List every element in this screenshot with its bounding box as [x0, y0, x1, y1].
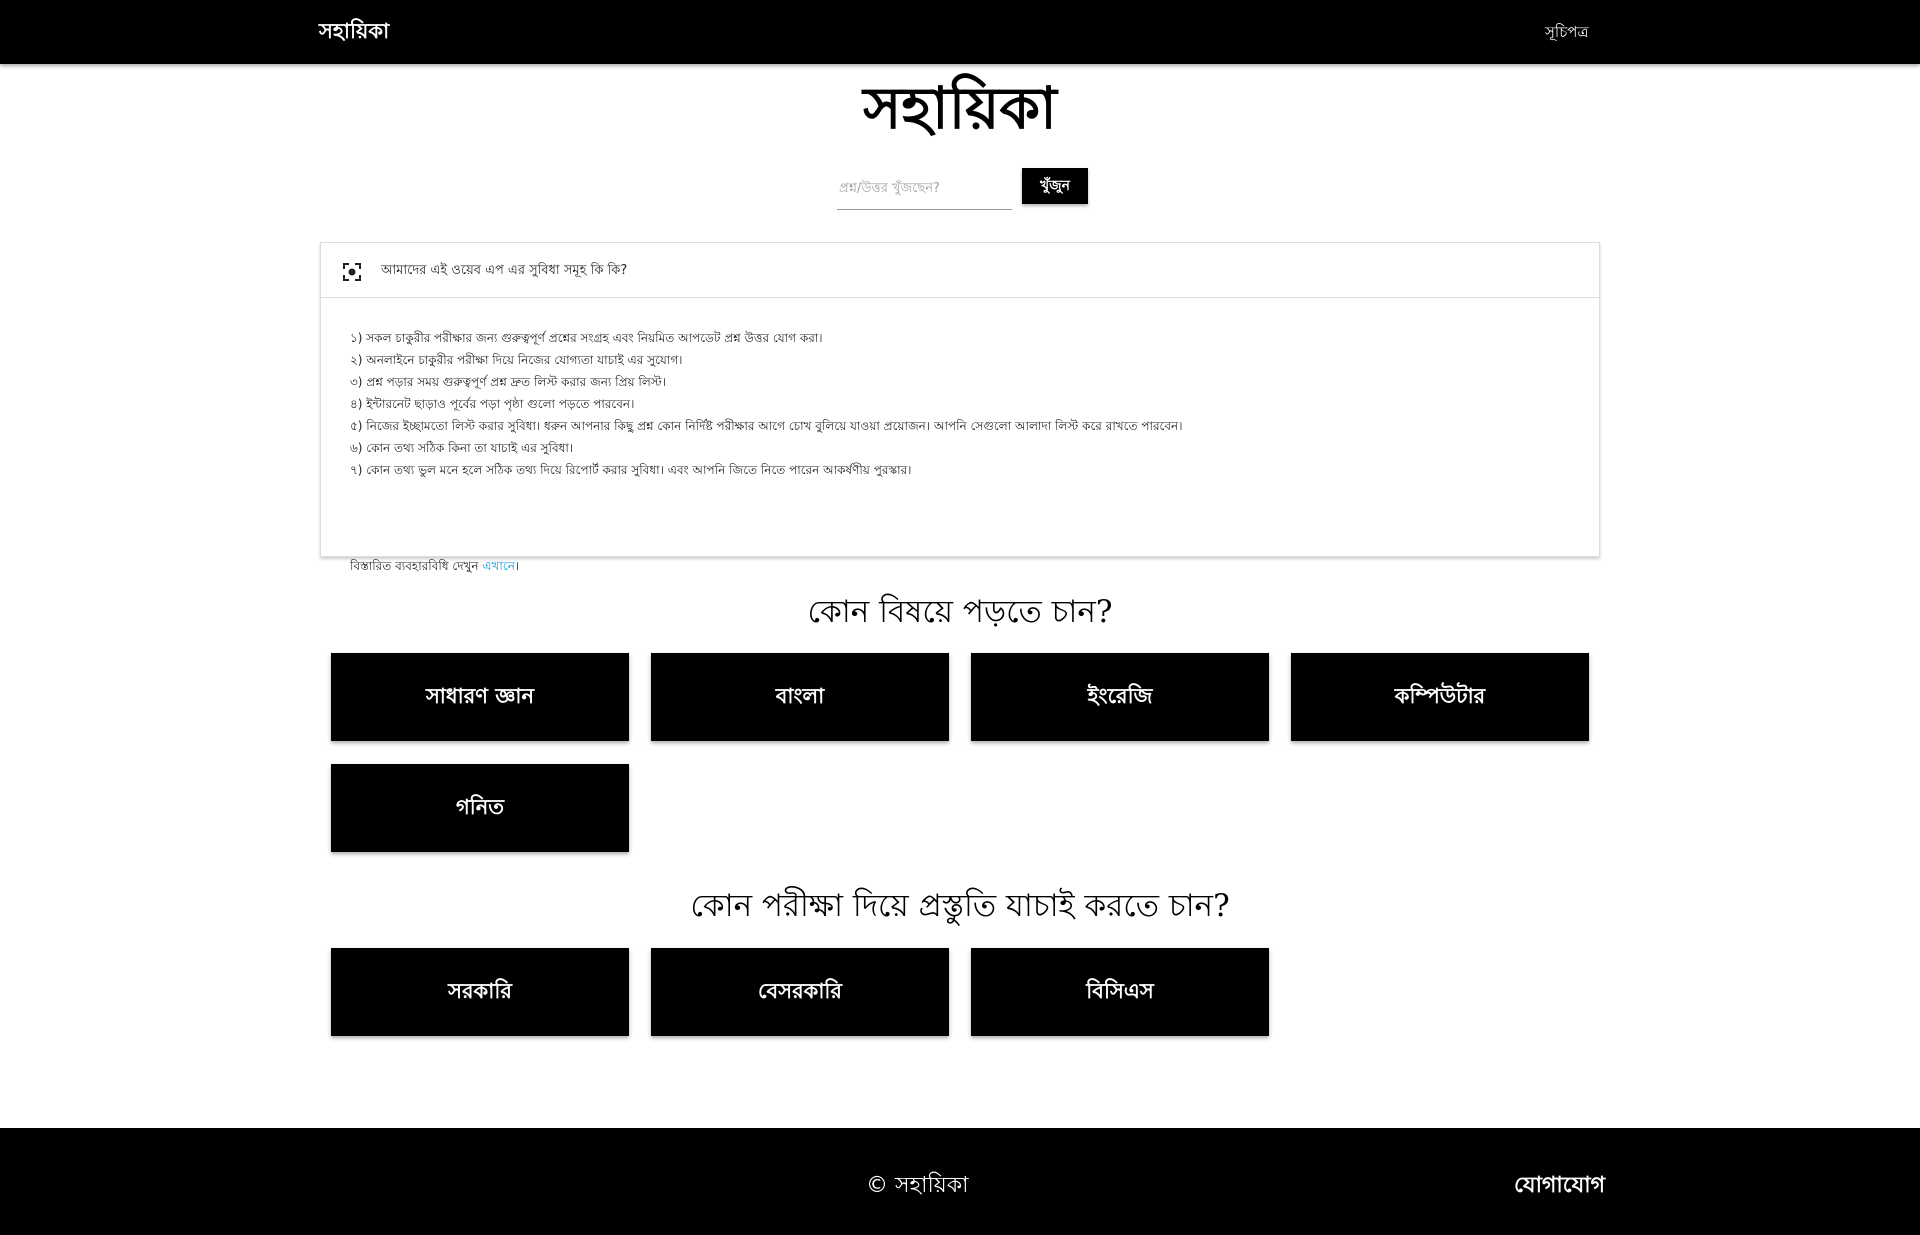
features-collapsible: আমাদের এই ওয়েব এপ এর সুবিধা সমূহ কি কি?… [320, 242, 1600, 573]
subject-tile-math[interactable]: গনিত [331, 764, 629, 852]
center-focus-icon [342, 262, 362, 282]
feature-item: ৫) নিজের ইচ্ছামতো লিস্ট করার সুবিধা। ধরু… [350, 419, 1183, 433]
feature-item: ২) অনলাইনে চাকুরীর পরীক্ষা দিয়ে নিজের য… [350, 353, 683, 367]
subject-tile-general-knowledge[interactable]: সাধারণ জ্ঞান [331, 653, 629, 741]
exam-tile-private[interactable]: বেসরকারি [651, 948, 949, 1036]
footer-copyright: © সহায়িকা [866, 1173, 969, 1198]
footer: © সহায়িকা যোগাযোগ [0, 1128, 1920, 1235]
toc-link[interactable]: সূচিপত্র [1545, 21, 1589, 46]
subjects-section-title: কোন বিষয়ে পড়তে চান? [807, 594, 1113, 630]
exam-tile-bcs[interactable]: বিসিএস [971, 948, 1269, 1036]
top-navbar: সহায়িকা সূচিপত্র [0, 0, 1920, 64]
subject-tile-computer[interactable]: কম্পিউটার [1291, 653, 1589, 741]
features-collapsible-header[interactable]: আমাদের এই ওয়েব এপ এর সুবিধা সমূহ কি কি? [321, 243, 1599, 298]
subject-tile-bangla[interactable]: বাংলা [651, 653, 949, 741]
features-collapsible-title: আমাদের এই ওয়েব এপ এর সুবিধা সমূহ কি কি? [381, 263, 628, 278]
exams-section-title: কোন পরীক্ষা দিয়ে প্রস্তুতি যাচাই করতে চ… [690, 888, 1230, 924]
details-line: বিস্তারিত ব্যবহারবিধি দেখুন এখানে। [350, 558, 519, 578]
exam-tile-government[interactable]: সরকারি [331, 948, 629, 1036]
page: সহায়িকা সূচিপত্র সহায়িকা খুঁজুন আমাদের… [0, 0, 1920, 1235]
brand-logo-link[interactable]: সহায়িকা [319, 15, 389, 50]
feature-list: ১) সকল চাকুরীর পরীক্ষার জন্য গুরুত্বপূর্… [350, 327, 1183, 481]
page-title: সহায়িকা [863, 74, 1057, 142]
feature-item: ৬) কোন তথ্য সঠিক কিনা তা যাচাই এর সুবিধা… [350, 441, 574, 455]
feature-item: ৭) কোন তথ্য ভুল মনে হলে সঠিক তথ্য দিয়ে … [350, 463, 912, 477]
details-suffix: । [514, 559, 520, 573]
search-input[interactable] [837, 168, 1012, 210]
details-prefix: বিস্তারিত ব্যবহারবিধি দেখুন [350, 559, 483, 573]
details-link[interactable]: এখানে [482, 559, 514, 573]
feature-item: ৪) ইন্টারনেট ছাড়াও পূর্বের পড়া পৃষ্ঠা … [350, 397, 635, 411]
footer-contact-link[interactable]: যোগাযোগ [1514, 1168, 1605, 1205]
subject-tile-english[interactable]: ইংরেজি [971, 653, 1269, 741]
search-button[interactable]: খুঁজুন [1022, 168, 1088, 204]
feature-item: ৩) প্রশ্ন পড়ার সময় গুরুত্বপূর্ণ প্রশ্ন… [350, 375, 666, 389]
feature-item: ১) সকল চাকুরীর পরীক্ষার জন্য গুরুত্বপূর্… [350, 331, 823, 345]
